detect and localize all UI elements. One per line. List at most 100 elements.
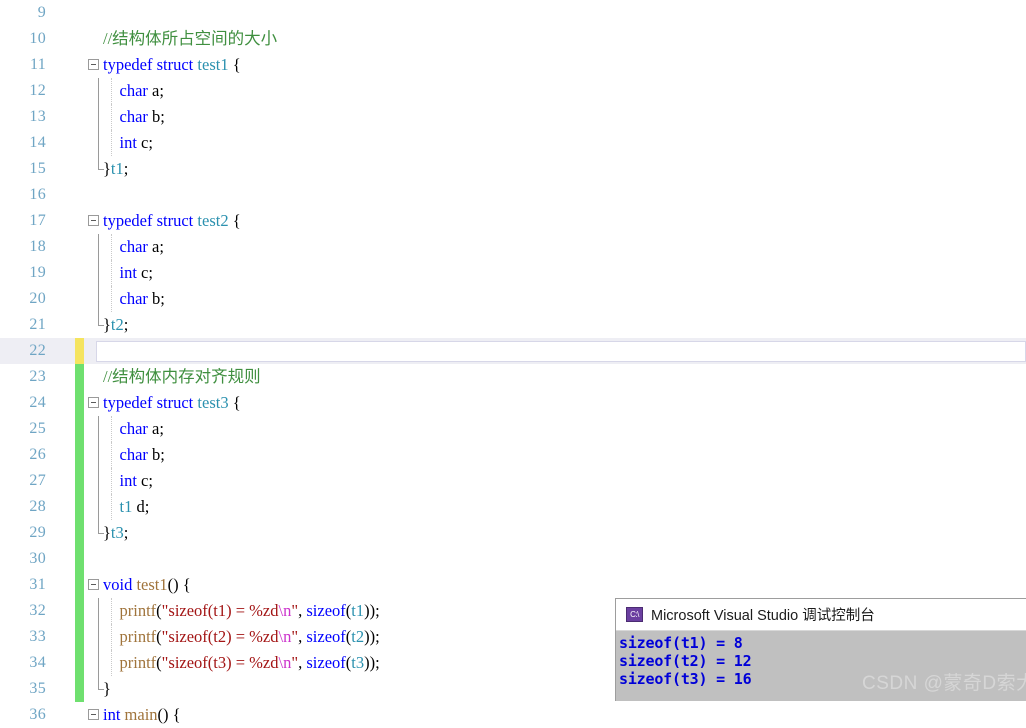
code-token: } bbox=[103, 315, 111, 334]
code-token: char bbox=[119, 237, 148, 256]
console-title-bar[interactable]: C:\ Microsoft Visual Studio 调试控制台 bbox=[616, 599, 1026, 631]
collapse-fold-icon[interactable] bbox=[88, 59, 99, 70]
outline-rail bbox=[98, 598, 99, 624]
code-token: c; bbox=[136, 471, 153, 490]
code-token: main bbox=[124, 705, 158, 724]
code-line[interactable]: 9 bbox=[0, 0, 1026, 26]
code-token: t1 bbox=[110, 159, 124, 178]
line-number: 20 bbox=[29, 290, 46, 307]
code-text: char b; bbox=[103, 442, 165, 468]
collapse-fold-icon[interactable] bbox=[88, 579, 99, 590]
code-text: char b; bbox=[103, 286, 165, 312]
code-token: char bbox=[119, 445, 148, 464]
change-bar-saved bbox=[75, 624, 84, 650]
code-line[interactable]: 16 bbox=[0, 182, 1026, 208]
code-token: { bbox=[228, 393, 241, 412]
outline-rail bbox=[98, 494, 99, 520]
code-text: printf("sizeof(t2) = %zd\n", sizeof(t2))… bbox=[103, 624, 380, 650]
code-line[interactable]: 15}t1; bbox=[0, 156, 1026, 182]
code-line[interactable]: 18 char a; bbox=[0, 234, 1026, 260]
code-line[interactable]: 28 t1 d; bbox=[0, 494, 1026, 520]
code-token: test1 bbox=[197, 55, 229, 74]
change-bar-saved bbox=[75, 572, 84, 598]
code-token: void bbox=[103, 575, 133, 594]
outline-rail bbox=[98, 234, 99, 260]
code-line[interactable]: 17 typedef struct test2 { bbox=[0, 208, 1026, 234]
change-bar-saved bbox=[75, 364, 84, 390]
line-number: 17 bbox=[29, 212, 46, 229]
change-bar-saved bbox=[75, 676, 84, 702]
collapse-fold-icon[interactable] bbox=[88, 397, 99, 408]
line-number: 24 bbox=[29, 394, 46, 411]
code-token: \n bbox=[278, 601, 292, 620]
code-text: } bbox=[103, 676, 111, 702]
code-token: t1 bbox=[119, 497, 133, 516]
change-bar-saved bbox=[75, 468, 84, 494]
code-token: char bbox=[119, 289, 148, 308]
code-token: int bbox=[119, 133, 137, 152]
line-number: 29 bbox=[29, 524, 46, 541]
code-line[interactable]: 19 int c; bbox=[0, 260, 1026, 286]
code-token: () { bbox=[157, 705, 181, 724]
code-line[interactable]: 12 char a; bbox=[0, 78, 1026, 104]
code-line[interactable]: 27 int c; bbox=[0, 468, 1026, 494]
code-token: "sizeof(t2) = %zd bbox=[161, 627, 279, 646]
code-text: int c; bbox=[103, 260, 153, 286]
line-number: 27 bbox=[29, 472, 46, 489]
console-output-area: sizeof(t1) = 8 sizeof(t2) = 12 sizeof(t3) … bbox=[616, 631, 1026, 701]
code-line[interactable]: 25 char a; bbox=[0, 416, 1026, 442]
code-line[interactable]: 31 void test1() { bbox=[0, 572, 1026, 598]
outline-rail bbox=[98, 624, 99, 650]
line-number: 25 bbox=[29, 420, 46, 437]
collapse-fold-icon[interactable] bbox=[88, 709, 99, 720]
code-line[interactable]: 21}t2; bbox=[0, 312, 1026, 338]
code-token: \n bbox=[278, 627, 292, 646]
code-text: printf("sizeof(t1) = %zd\n", sizeof(t1))… bbox=[103, 598, 380, 624]
line-number: 23 bbox=[29, 368, 46, 385]
outline-rail bbox=[98, 676, 104, 690]
collapse-fold-icon[interactable] bbox=[88, 215, 99, 226]
code-token: a; bbox=[147, 81, 164, 100]
code-line[interactable]: 10 //结构体所占空间的大小 bbox=[0, 26, 1026, 52]
line-number: 31 bbox=[29, 576, 46, 593]
code-text: }t3; bbox=[103, 520, 128, 546]
code-token: \n bbox=[278, 653, 292, 672]
change-bar-saved bbox=[75, 546, 84, 572]
code-line[interactable]: 11 typedef struct test1 { bbox=[0, 52, 1026, 78]
code-line[interactable]: 13 char b; bbox=[0, 104, 1026, 130]
code-token: t3 bbox=[351, 653, 365, 672]
code-text: t1 d; bbox=[103, 494, 150, 520]
code-line[interactable]: 29 }t3; bbox=[0, 520, 1026, 546]
code-line[interactable]: 23 //结构体内存对齐规则 bbox=[0, 364, 1026, 390]
code-text: }t2; bbox=[103, 312, 128, 338]
outline-rail bbox=[98, 130, 99, 156]
code-line[interactable]: 26 char b; bbox=[0, 442, 1026, 468]
code-line[interactable]: 22 bbox=[0, 338, 1026, 364]
code-line[interactable]: 24 typedef struct test3 { bbox=[0, 390, 1026, 416]
change-bar-unsaved bbox=[75, 338, 84, 364]
line-number: 13 bbox=[29, 108, 46, 125]
code-token: } bbox=[103, 159, 111, 178]
line-number: 22 bbox=[29, 342, 46, 359]
code-token: } bbox=[103, 523, 111, 542]
code-token: )); bbox=[364, 653, 380, 672]
code-token: a; bbox=[147, 419, 164, 438]
current-line-edit-box[interactable] bbox=[96, 341, 1026, 362]
debug-console-window[interactable]: C:\ Microsoft Visual Studio 调试控制台 sizeof… bbox=[615, 598, 1026, 701]
code-token: test3 bbox=[197, 393, 229, 412]
code-line[interactable]: 30 bbox=[0, 546, 1026, 572]
outline-rail bbox=[98, 416, 99, 442]
code-line[interactable]: 36 int main() { bbox=[0, 702, 1026, 728]
code-editor-pane[interactable]: 9 10//结构体所占空间的大小 11 typedef struct test1 {1… bbox=[0, 0, 1026, 724]
code-token: sizeof bbox=[306, 627, 346, 646]
code-token: c; bbox=[136, 263, 153, 282]
code-text: int main() { bbox=[103, 702, 181, 728]
line-number: 33 bbox=[29, 628, 46, 645]
code-line[interactable]: 14 int c; bbox=[0, 130, 1026, 156]
code-line[interactable]: 20 char b; bbox=[0, 286, 1026, 312]
